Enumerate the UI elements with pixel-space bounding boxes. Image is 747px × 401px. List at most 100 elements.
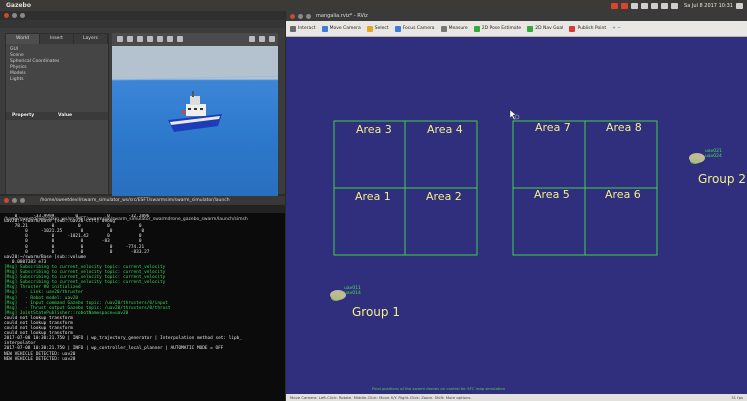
area-label-8: Area 8 — [606, 121, 642, 134]
gazebo-menubar — [0, 20, 285, 28]
rviz-statusbar: Move Camera: Left-Click: Rotate. Middle-… — [286, 394, 747, 401]
gear-icon[interactable] — [736, 2, 743, 9]
drone-group-2-markers[interactable] — [689, 153, 705, 164]
world-tree: GUI Scene Spherical Coordinates Physics … — [10, 47, 106, 83]
tray-app-icon[interactable] — [611, 2, 619, 9]
area-label-1: Area 1 — [355, 190, 391, 203]
gazebo-world-panel: World Insert Layers GUI Scene Spherical … — [5, 33, 109, 195]
minimize-icon[interactable] — [12, 198, 17, 203]
rviz-window: mangalia.rviz* - RViz Interact Move Camer… — [286, 11, 747, 401]
keyboard-icon[interactable] — [631, 2, 639, 9]
active-app-title: Gazebo — [6, 2, 31, 9]
tool-publish-point-button[interactable]: Publish Point — [569, 25, 607, 32]
area-label-3: Area 3 — [356, 123, 392, 136]
screenshot-icon[interactable] — [259, 36, 265, 42]
system-clock[interactable]: Sa Jul 8 2017 10:31 — [684, 3, 733, 9]
record-icon[interactable] — [269, 36, 275, 42]
close-icon[interactable] — [4, 13, 9, 18]
gazebo-toolbar — [112, 33, 278, 46]
group-1-drone-names: uav011 uav014 — [344, 286, 361, 296]
terminal-line: NEW VEHICLE DETECTED: uav20 — [4, 356, 76, 362]
group-2-drone-names: uav021 uav024 — [705, 149, 722, 159]
tool-label: Move Camera — [329, 26, 361, 31]
sphere-shape-icon[interactable] — [177, 36, 183, 42]
group-2-label: Group 2 — [698, 172, 746, 186]
tool-2d-pose-estimate-button[interactable]: 2D Pose Estimate — [473, 25, 522, 32]
translate-mode-icon[interactable] — [127, 36, 133, 42]
tab-layers[interactable]: Layers — [74, 34, 108, 44]
tool-focus-camera-button[interactable]: Focus Camera — [394, 25, 435, 32]
light-icon[interactable] — [249, 36, 255, 42]
tool-measure-button[interactable]: Measure — [440, 25, 468, 32]
undo-icon[interactable] — [157, 36, 163, 42]
battery-icon[interactable] — [661, 2, 669, 9]
rviz-3d-view[interactable]: Area 3 Area 4 Area 1 Area 2 Area 7 Area … — [286, 37, 747, 394]
pose-estimate-icon — [473, 25, 480, 32]
property-table-header: Property Value — [6, 112, 108, 120]
tool-label: Interact — [298, 26, 316, 31]
bluetooth-icon[interactable] — [641, 2, 649, 9]
fps-readout: 31 fps — [731, 395, 743, 400]
tool-2d-nav-goal-button[interactable]: 2D Nav Goal — [527, 25, 564, 32]
add-remove-tool-icon[interactable]: + − — [612, 26, 621, 31]
boat-model[interactable] — [168, 91, 222, 132]
volume-icon[interactable] — [671, 2, 679, 9]
minimize-icon[interactable] — [12, 13, 17, 18]
maximize-icon[interactable] — [20, 198, 25, 203]
rotate-mode-icon[interactable] — [137, 36, 143, 42]
gazebo-titlebar — [0, 11, 285, 20]
tab-insert[interactable]: Insert — [40, 34, 74, 44]
gazebo-panel-tabs: World Insert Layers — [6, 34, 108, 44]
area-label-4: Area 4 — [427, 123, 463, 136]
terminal-titlebar: /home/sweetdevil/swarm_simulator_ws/src/… — [0, 196, 285, 205]
publish-point-icon — [569, 25, 576, 32]
terminal-title: /home/sweetdevil/swarm_simulator_ws/src/… — [40, 198, 230, 203]
terminal-tab-path: /home/sweetdevil/catkin_ws/src/MFT/swarm… — [0, 205, 285, 222]
area-label-6: Area 6 — [605, 188, 641, 201]
area-block-left — [333, 120, 478, 256]
sky — [112, 46, 278, 79]
value-column-header: Value — [58, 113, 73, 118]
minimize-icon[interactable] — [298, 14, 303, 19]
move-camera-icon — [321, 25, 328, 32]
tool-label: Focus Camera — [402, 26, 435, 31]
area-label-7: Area 7 — [535, 121, 571, 134]
simulation-caption: Final positions of the swarm drones on c… — [372, 386, 506, 391]
box-shape-icon[interactable] — [167, 36, 173, 42]
tool-move-camera-button[interactable]: Move Camera — [321, 25, 361, 32]
network-icon[interactable] — [651, 2, 659, 9]
gazebo-3d-viewport[interactable] — [112, 46, 278, 196]
tree-item-lights[interactable]: Lights — [10, 77, 106, 83]
tool-select-button[interactable]: Select — [366, 25, 389, 32]
area-grid-overlay — [330, 109, 705, 301]
tool-interact-button[interactable]: Interact — [290, 25, 316, 32]
rviz-tools-toolbar: Interact Move Camera Select Focus Camera Mea… — [286, 21, 747, 37]
scale-mode-icon[interactable] — [147, 36, 153, 42]
rviz-window-title: mangalia.rviz* - RViz — [316, 13, 368, 19]
select-mode-icon[interactable] — [117, 36, 123, 42]
close-icon[interactable] — [290, 14, 295, 19]
area-label-5: Area 5 — [534, 188, 570, 201]
tool-label: Publish Point — [577, 26, 607, 31]
tray-app-icon[interactable] — [621, 2, 629, 9]
focus-camera-icon — [394, 25, 401, 32]
measure-icon — [440, 25, 447, 32]
system-top-bar: Gazebo Sa Jul 8 2017 10:31 — [0, 0, 747, 11]
terminal-window[interactable]: /home/sweetdevil/swarm_simulator_ws/src/… — [0, 196, 285, 401]
boat-scene — [112, 46, 278, 132]
group-1-label: Group 1 — [352, 305, 400, 319]
tab-world[interactable]: World — [6, 34, 40, 44]
tool-label: 2D Nav Goal — [535, 26, 564, 31]
nav-goal-icon — [527, 25, 534, 32]
tool-label: Select — [374, 26, 389, 31]
terminal-output: 0 -33.9999 0 0 -32.2096 uav20:~/swarm/Bas… — [4, 214, 284, 401]
property-column-header: Property — [12, 113, 35, 118]
maximize-icon[interactable] — [306, 14, 311, 19]
rviz-status-text: Move Camera: Left-Click: Rotate. Middle-… — [290, 395, 472, 400]
tool-label: Measure — [448, 26, 468, 31]
gazebo-window: World Insert Layers GUI Scene Spherical … — [0, 11, 285, 205]
close-icon[interactable] — [4, 198, 9, 203]
maximize-icon[interactable] — [20, 13, 25, 18]
system-tray: Sa Jul 8 2017 10:31 — [611, 0, 743, 11]
tool-label: 2D Pose Estimate — [481, 26, 522, 31]
